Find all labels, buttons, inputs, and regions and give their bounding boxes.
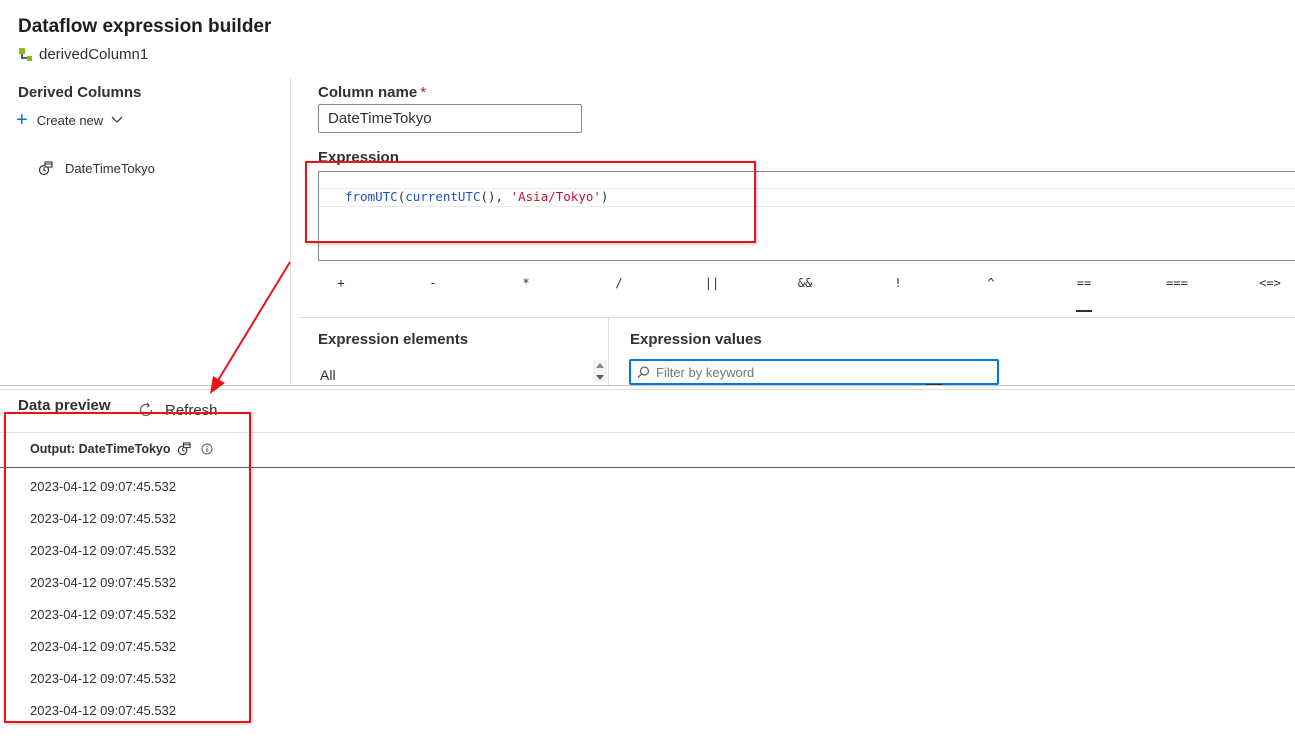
expression-elements-heading: Expression elements bbox=[318, 331, 469, 348]
filter-input[interactable] bbox=[656, 364, 986, 380]
column-name-label: Column name * bbox=[318, 84, 426, 101]
operator-caret[interactable]: ^ bbox=[971, 276, 1011, 290]
transform-name: derivedColumn1 bbox=[18, 46, 148, 63]
operator-and[interactable]: && bbox=[785, 276, 825, 290]
chevron-down-icon bbox=[111, 116, 123, 123]
required-mark: * bbox=[420, 84, 427, 101]
operator-divide[interactable]: / bbox=[599, 276, 639, 290]
column-name-label-text: Column name bbox=[318, 84, 418, 101]
operator-toolbar: + - * / || && ! ^ == === <=> bbox=[300, 276, 1295, 296]
derived-column-item[interactable]: DateTimeTokyo bbox=[38, 161, 155, 176]
output-column-header[interactable]: Output: DateTimeTokyo bbox=[30, 442, 213, 456]
plus-icon: + bbox=[16, 109, 28, 131]
pane-splitter-shadow bbox=[0, 389, 1295, 390]
table-cell: 2023-04-12 09:07:45.532 bbox=[30, 575, 177, 590]
search-icon bbox=[637, 365, 650, 378]
operator-not[interactable]: ! bbox=[878, 276, 918, 290]
create-new-button[interactable]: + Create new bbox=[16, 109, 123, 131]
column-type-icon bbox=[177, 442, 191, 456]
operator-plus[interactable]: + bbox=[321, 276, 361, 290]
panel-divider bbox=[290, 78, 291, 383]
code-string-timezone: 'Asia/Tokyo' bbox=[510, 189, 601, 204]
filter-box[interactable] bbox=[629, 359, 999, 385]
operator-null-safe-equals[interactable]: <=> bbox=[1250, 276, 1290, 290]
operator-concat[interactable]: || bbox=[692, 276, 732, 290]
operator-strict-equals[interactable]: === bbox=[1157, 276, 1197, 290]
grid-top-border bbox=[0, 432, 1295, 433]
create-new-label: Create new bbox=[36, 112, 104, 128]
operator-equals[interactable]: == bbox=[1064, 276, 1104, 290]
operator-multiply[interactable]: * bbox=[506, 276, 546, 290]
table-cell: 2023-04-12 09:07:45.532 bbox=[30, 479, 177, 494]
elements-values-divider bbox=[608, 318, 609, 386]
code-fn-fromutc: fromUTC bbox=[345, 189, 398, 204]
table-cell: 2023-04-12 09:07:45.532 bbox=[30, 543, 177, 558]
expression-editor[interactable]: fromUTC(currentUTC(), 'Asia/Tokyo') bbox=[318, 171, 1295, 261]
pane-splitter[interactable] bbox=[0, 385, 1295, 386]
elements-scrollbar[interactable] bbox=[593, 360, 607, 382]
code-paren-close: ) bbox=[600, 189, 609, 204]
table-cell: 2023-04-12 09:07:45.532 bbox=[30, 511, 177, 526]
refresh-icon bbox=[139, 402, 153, 417]
scroll-arrows-icon bbox=[596, 363, 604, 380]
derived-columns-heading: Derived Columns bbox=[18, 84, 142, 101]
operator-selected-indicator bbox=[1076, 310, 1092, 312]
refresh-label: Refresh bbox=[165, 401, 218, 419]
code-args: (), bbox=[480, 189, 511, 204]
expression-values-heading: Expression values bbox=[630, 331, 762, 348]
expression-code[interactable]: fromUTC(currentUTC(), 'Asia/Tokyo') bbox=[345, 189, 608, 205]
column-name-input[interactable] bbox=[318, 104, 582, 133]
operator-minus[interactable]: - bbox=[413, 276, 453, 290]
refresh-button[interactable]: Refresh bbox=[137, 401, 218, 419]
transform-name-label: derivedColumn1 bbox=[39, 46, 149, 63]
expression-label: Expression bbox=[318, 149, 399, 166]
table-cell: 2023-04-12 09:07:45.532 bbox=[30, 607, 177, 622]
code-fn-currentutc: currentUTC bbox=[405, 189, 481, 204]
page-title: Dataflow expression builder bbox=[18, 16, 272, 37]
expression-elements-item-all[interactable]: All bbox=[320, 367, 336, 383]
table-cell: 2023-04-12 09:07:45.532 bbox=[30, 703, 177, 718]
operator-divider bbox=[298, 317, 1295, 318]
table-cell: 2023-04-12 09:07:45.532 bbox=[30, 671, 177, 686]
grid-header-border bbox=[0, 467, 1295, 468]
column-type-icon bbox=[38, 161, 53, 176]
info-icon[interactable] bbox=[201, 443, 213, 455]
derived-column-icon bbox=[19, 47, 32, 61]
table-cell: 2023-04-12 09:07:45.532 bbox=[30, 639, 177, 654]
output-column-header-label: Output: DateTimeTokyo bbox=[30, 442, 171, 456]
derived-column-item-label: DateTimeTokyo bbox=[65, 161, 155, 176]
data-preview-heading: Data preview bbox=[18, 397, 111, 414]
